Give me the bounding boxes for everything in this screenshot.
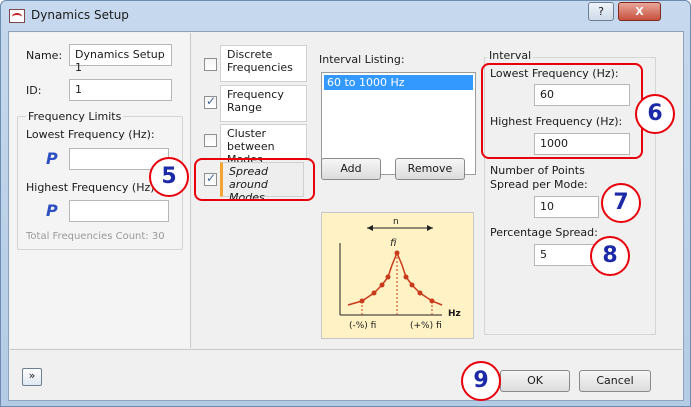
diagram-n-label: n <box>393 217 399 227</box>
diagram-axis-label: Hz <box>448 309 461 319</box>
remove-button[interactable]: Remove <box>395 158 465 180</box>
frequency-range-checkbox[interactable] <box>204 94 217 109</box>
spread-diagram: n fi (-%) fi (+%) fi Hz <box>321 212 474 339</box>
title-bar: Dynamics Setup ? X <box>1 1 690 31</box>
points-label-line-2: Spread per Mode: <box>490 178 588 191</box>
diagram-peak-label: fi <box>390 238 397 249</box>
add-button[interactable]: Add <box>321 158 381 180</box>
list-item[interactable]: 60 to 1000 Hz <box>324 75 473 90</box>
tab-cluster-between-modes[interactable]: Cluster between Modes <box>220 124 307 166</box>
footer-divider <box>10 349 682 350</box>
interval-title: Interval <box>487 49 534 62</box>
discrete-frequencies-checkbox[interactable] <box>204 58 217 71</box>
callout-6: 6 <box>635 94 675 134</box>
total-frequencies-count: Total Frequencies Count: 30 <box>26 231 165 242</box>
expand-button[interactable]: » <box>22 368 42 386</box>
id-field[interactable]: 1 <box>69 79 172 101</box>
highest-frequency-field[interactable] <box>69 200 169 222</box>
cluster-between-modes-checkbox[interactable] <box>204 134 217 147</box>
callout-7: 7 <box>601 183 641 223</box>
help-icon: ? <box>598 5 604 18</box>
help-button[interactable]: ? <box>588 2 614 21</box>
spread-tab-highlight <box>194 158 315 201</box>
frequency-fields-highlight <box>481 63 643 159</box>
p-tool-icon[interactable]: P <box>46 201 58 220</box>
name-label: Name: <box>26 49 63 62</box>
close-button[interactable]: X <box>618 2 661 21</box>
lowest-frequency-label: Lowest Frequency (Hz): <box>26 128 155 141</box>
tab-frequency-range[interactable]: Frequency Range <box>220 85 307 122</box>
p-tool-icon[interactable]: P <box>46 149 58 168</box>
tab-discrete-frequencies[interactable]: Discrete Frequencies <box>220 45 307 82</box>
cancel-button[interactable]: Cancel <box>579 370 651 392</box>
ok-button[interactable]: OK <box>500 370 570 392</box>
interval-listing-label: Interval Listing: <box>319 53 405 66</box>
dynamics-app-icon <box>9 9 25 23</box>
close-icon: X <box>635 5 644 18</box>
window-title: Dynamics Setup <box>31 8 129 22</box>
points-per-mode-field[interactable]: 10 <box>534 196 599 218</box>
id-label: ID: <box>26 84 42 97</box>
highest-frequency-label: Highest Frequency (Hz): <box>26 181 159 194</box>
percentage-spread-label: Percentage Spread: <box>490 226 598 239</box>
spread-diagram-graphic <box>339 225 443 316</box>
name-field[interactable]: Dynamics Setup 1 <box>69 44 172 74</box>
expand-icon: » <box>28 369 36 382</box>
diagram-left-label: (-%) fi <box>349 321 377 331</box>
frequency-limits-title: Frequency Limits <box>26 110 124 123</box>
callout-5: 5 <box>149 157 189 197</box>
dynamics-setup-window: Dynamics Setup ? X Name: Dynamics Setup … <box>0 0 691 407</box>
callout-8: 8 <box>590 236 630 276</box>
points-label-line-1: Number of Points <box>490 164 585 177</box>
callout-9: 9 <box>461 361 501 401</box>
diagram-right-label: (+%) fi <box>410 321 442 331</box>
